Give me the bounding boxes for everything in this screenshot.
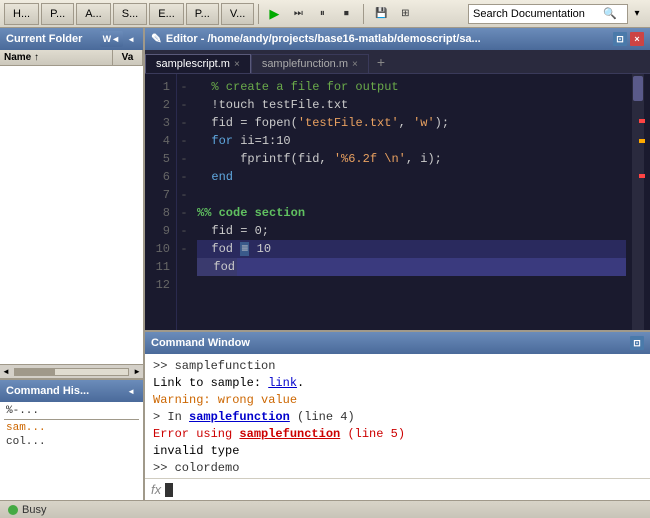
cmd-line-5: Error using samplefunction (line 5) bbox=[153, 426, 642, 443]
pause-button[interactable]: ⏸ bbox=[311, 3, 333, 25]
col-val: Va bbox=[113, 50, 143, 65]
add-tab-button[interactable]: + bbox=[369, 51, 393, 73]
scroll-thumb bbox=[15, 369, 55, 375]
folder-header-left: Current Folder bbox=[6, 33, 82, 45]
tab-close-samplescript[interactable]: × bbox=[234, 59, 240, 70]
filter-button[interactable]: ▾ bbox=[628, 5, 646, 23]
breakpoint-button[interactable]: ⊞ bbox=[394, 3, 416, 25]
warning-marker-1 bbox=[639, 139, 645, 143]
folder-panel-header: Current Folder W◄ ◄ bbox=[0, 28, 143, 50]
editor-content: 12345 678910 1112 ----- - --- - % create… bbox=[145, 74, 650, 330]
folder-tab-mini[interactable]: W◄ bbox=[100, 31, 123, 47]
history-title: Command His... bbox=[6, 385, 89, 397]
list-item[interactable]: sam... bbox=[4, 421, 139, 435]
status-bar: Busy bbox=[0, 500, 650, 518]
line-numbers: 12345 678910 1112 bbox=[145, 74, 177, 330]
command-expand-button[interactable]: ⊡ bbox=[630, 336, 644, 350]
history-panel-header: Command His... ◄ bbox=[0, 380, 143, 402]
run-button[interactable]: ▶ bbox=[263, 3, 285, 25]
editor-title: Editor - /home/andy/projects/base16-matl… bbox=[166, 33, 481, 45]
scroll-track[interactable] bbox=[14, 368, 129, 376]
toolbar-tabs: H... P... A... S... E... P... V... bbox=[4, 3, 254, 25]
scroll-left-arrow[interactable]: ◄ bbox=[0, 367, 12, 376]
tab-publish[interactable]: P... bbox=[186, 3, 219, 25]
cmd-line-3: Warning: wrong value bbox=[153, 392, 642, 409]
cmd-line-4: > In samplefunction (line 4) bbox=[153, 409, 642, 426]
tab-editor[interactable]: E... bbox=[149, 3, 184, 25]
toolbar-action-icons: ▶ ⏭ ⏸ ⏹ 💾 ⊞ bbox=[263, 3, 416, 25]
status-text: Busy bbox=[22, 504, 46, 516]
cmd-line-6: invalid type bbox=[153, 443, 642, 460]
error-func-link-2[interactable]: samplefunction bbox=[239, 427, 340, 441]
editor-scrollbar[interactable] bbox=[632, 74, 644, 330]
editor-panel: ✎ Editor - /home/andy/projects/base16-ma… bbox=[145, 28, 650, 330]
command-panel-header: Command Window ⊡ bbox=[145, 332, 650, 354]
search-input[interactable] bbox=[473, 8, 603, 20]
right-panel: ✎ Editor - /home/andy/projects/base16-ma… bbox=[145, 28, 650, 500]
save-button[interactable]: 💾 bbox=[370, 3, 392, 25]
main-layout: Current Folder W◄ ◄ Name ↑ Va ◄ bbox=[0, 28, 650, 500]
error-markers bbox=[639, 74, 644, 330]
current-folder-panel: Current Folder W◄ ◄ Name ↑ Va ◄ bbox=[0, 28, 143, 380]
editor-right-sidebar bbox=[632, 74, 650, 330]
tab-view[interactable]: V... bbox=[221, 3, 255, 25]
search-icon[interactable]: 🔍 bbox=[603, 7, 617, 20]
code-editor[interactable]: % create a file for output !touch testFi… bbox=[191, 74, 632, 330]
folder-content[interactable] bbox=[0, 66, 143, 364]
tab-samplescript[interactable]: samplescript.m × bbox=[145, 54, 251, 73]
error-func-link-1[interactable]: samplefunction bbox=[189, 410, 290, 424]
error-marker-1 bbox=[639, 119, 645, 123]
status-indicator bbox=[8, 505, 18, 515]
editor-close-button[interactable]: × bbox=[630, 32, 644, 46]
search-box[interactable]: 🔍 bbox=[468, 4, 628, 24]
command-panel: Command Window ⊡ >> samplefunction Link … bbox=[145, 330, 650, 500]
history-content: %-... sam... col... bbox=[0, 402, 143, 500]
tab-samplefunction[interactable]: samplefunction.m × bbox=[251, 54, 369, 73]
breakpoint-column: ----- - --- - bbox=[177, 74, 191, 330]
editor-tabs: samplescript.m × samplefunction.m × + bbox=[145, 50, 650, 74]
editor-title-bar: ✎ Editor - /home/andy/projects/base16-ma… bbox=[145, 28, 650, 50]
list-item[interactable]: %-... bbox=[4, 404, 139, 418]
cmd-line-2: Link to sample: link. bbox=[153, 375, 642, 392]
cmd-line-1: >> samplefunction bbox=[153, 358, 642, 375]
command-input-row: fx bbox=[145, 478, 650, 500]
command-history-panel: Command His... ◄ %-... sam... col... bbox=[0, 380, 143, 500]
step-button[interactable]: ⏭ bbox=[287, 3, 309, 25]
history-collapse-arrow[interactable]: ◄ bbox=[125, 387, 137, 396]
sample-link[interactable]: link bbox=[268, 376, 297, 390]
tab-close-samplefunction[interactable]: × bbox=[352, 59, 358, 70]
fx-label: fx bbox=[151, 482, 161, 497]
tab-plots[interactable]: P... bbox=[41, 3, 74, 25]
toolbar: H... P... A... S... E... P... V... ▶ ⏭ ⏸… bbox=[0, 0, 650, 28]
command-window-title: Command Window bbox=[151, 337, 250, 349]
stop-button[interactable]: ⏹ bbox=[335, 3, 357, 25]
tab-apps[interactable]: A... bbox=[76, 3, 111, 25]
scroll-right-arrow[interactable]: ► bbox=[131, 367, 143, 376]
toolbar-separator bbox=[258, 4, 259, 24]
col-name: Name ↑ bbox=[0, 50, 113, 65]
left-panel: Current Folder W◄ ◄ Name ↑ Va ◄ bbox=[0, 28, 145, 500]
sep2 bbox=[363, 4, 364, 24]
command-cursor bbox=[165, 483, 173, 497]
tab-scripts[interactable]: S... bbox=[113, 3, 148, 25]
folder-scrollbar[interactable]: ◄ ► bbox=[0, 364, 143, 378]
error-marker-2 bbox=[639, 174, 645, 178]
folder-collapse-arrow[interactable]: ◄ bbox=[125, 35, 137, 44]
cmd-line-7: >> colordemo bbox=[153, 460, 642, 477]
list-item[interactable]: col... bbox=[4, 435, 139, 449]
history-separator bbox=[4, 419, 139, 420]
command-content[interactable]: >> samplefunction Link to sample: link. … bbox=[145, 354, 650, 478]
folder-title: Current Folder bbox=[6, 33, 82, 45]
folder-column-headers: Name ↑ Va bbox=[0, 50, 143, 66]
editor-expand-button[interactable]: ⊡ bbox=[613, 32, 627, 46]
tab-home[interactable]: H... bbox=[4, 3, 39, 25]
